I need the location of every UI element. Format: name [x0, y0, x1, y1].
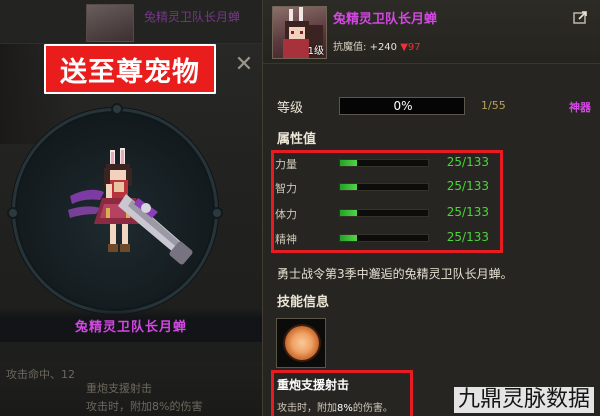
attribute-bar	[339, 234, 429, 242]
attribute-value: 25/133	[446, 205, 489, 219]
skill-section-title: 技能信息	[277, 295, 330, 310]
level-percent: 0%	[393, 99, 413, 113]
skill-desc-suffix: 的伤害。	[352, 403, 393, 414]
pet-character-sprite	[68, 148, 193, 265]
skill-description: 攻击时，附加8%的伤害。	[277, 399, 393, 414]
pet-preview-panel: 兔精灵卫队长月蝉 送至尊宠物 ✕ 兔精灵卫队长月蝉 攻击命中、12 重炮支援射击…	[0, 0, 262, 416]
background-pet-thumbnail	[86, 4, 134, 42]
ring-ornament-left	[7, 207, 19, 219]
pet-level-badge: 1级	[307, 46, 324, 57]
level-progress-bar: 0%	[339, 97, 465, 115]
background-text-line: 攻击时，附加8%的伤害	[86, 400, 203, 413]
attribute-bar	[339, 159, 429, 167]
attribute-name: 精神	[275, 233, 297, 246]
background-skill-panel: 攻击命中、12 重炮支援射击 攻击时，附加8%的伤害	[0, 362, 262, 416]
share-icon[interactable]	[573, 10, 589, 24]
attribute-name: 体力	[275, 208, 297, 221]
resist-down-value: ▼97	[400, 42, 421, 53]
background-list-strip: 兔精灵卫队长月蝉	[0, 0, 262, 44]
level-label: 等级	[277, 101, 304, 116]
attribute-row-vitality: 体力 25/133	[275, 204, 499, 224]
attribute-value: 25/133	[446, 230, 489, 244]
attribute-name: 力量	[275, 158, 297, 171]
attribute-row-intelligence: 智力 25/133	[275, 178, 499, 198]
attributes-title: 属性值	[277, 132, 317, 147]
level-row: 等级 0% 1/55 神器	[277, 97, 593, 116]
resist-label: 抗魔值:	[333, 42, 367, 53]
resist-plus-value: +240	[369, 42, 398, 53]
skill-desc-prefix: 攻击时，附加	[277, 403, 337, 414]
skill-desc-percent: 8%	[337, 403, 353, 414]
pet-description: 勇士战令第3季中邂逅的兔精灵卫队长月蝉。	[277, 267, 513, 281]
attribute-row-spirit: 精神 25/133	[275, 229, 499, 249]
attribute-bar-fill	[340, 184, 357, 190]
background-text-line: 重炮支援射击	[86, 382, 152, 395]
skill-name: 重炮支援射击	[277, 378, 350, 392]
background-text-line: 攻击命中、12	[6, 368, 75, 381]
level-count: 1/55	[481, 99, 506, 112]
artifact-tag[interactable]: 神器	[569, 99, 591, 115]
attribute-value: 25/133	[446, 179, 489, 193]
attribute-name: 智力	[275, 182, 297, 195]
attribute-bar	[339, 209, 429, 217]
promo-banner-text: 送至尊宠物	[60, 56, 200, 88]
attribute-value: 25/133	[446, 155, 489, 169]
attribute-bar-fill	[340, 160, 357, 166]
close-icon[interactable]: ✕	[232, 53, 256, 77]
attribute-bar-fill	[340, 235, 357, 241]
pet-title: 兔精灵卫队长月蝉	[333, 12, 438, 27]
ring-ornament-top	[111, 103, 123, 115]
attribute-bar	[339, 183, 429, 191]
pet-portrait: 1级	[272, 6, 327, 59]
pet-detail-panel: 1级 兔精灵卫队长月蝉 抗魔值: +240 ▼97 等级 0% 1/55 神器 …	[262, 0, 600, 416]
skill-orb-icon	[285, 326, 319, 360]
pet-name-label: 兔精灵卫队长月蝉	[74, 320, 187, 335]
resist-stat: 抗魔值: +240 ▼97	[333, 38, 421, 53]
pet-header: 1级 兔精灵卫队长月蝉 抗魔值: +240 ▼97	[263, 0, 600, 64]
background-pet-name: 兔精灵卫队长月蝉	[144, 10, 241, 24]
watermark-text: 九鼎灵脉数据	[453, 387, 594, 413]
promo-banner: 送至尊宠物	[44, 44, 216, 94]
attribute-row-strength: 力量 25/133	[275, 154, 499, 174]
attribute-bar-fill	[340, 210, 357, 216]
ring-ornament-right	[211, 207, 223, 219]
skill-slot[interactable]	[276, 318, 326, 368]
